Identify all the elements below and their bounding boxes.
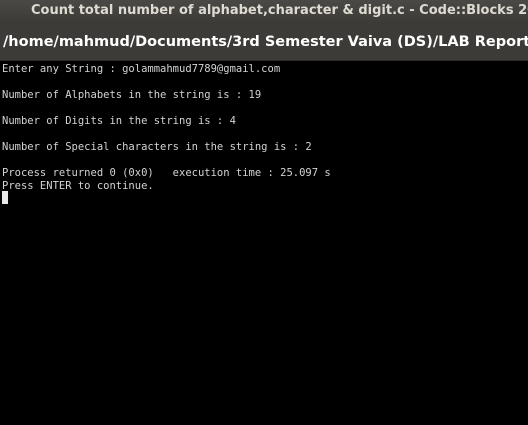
- alphabets-count-line: Number of Alphabets in the string is : 1…: [2, 89, 262, 101]
- terminal-output[interactable]: Enter any String : golammahmud7789@gmail…: [0, 61, 528, 425]
- special-count-line: Number of Special characters in the stri…: [2, 141, 312, 153]
- digits-count-line: Number of Digits in the string is : 4: [2, 115, 236, 127]
- executable-path: /home/mahmud/Documents/3rd Semester Vaiv…: [3, 34, 528, 50]
- path-bar: /home/mahmud/Documents/3rd Semester Vaiv…: [0, 24, 528, 61]
- window-titlebar[interactable]: Count total number of alphabet,character…: [0, 0, 528, 24]
- terminal-window: Count total number of alphabet,character…: [0, 0, 528, 425]
- press-enter-line: Press ENTER to continue.: [2, 180, 154, 192]
- window-title: Count total number of alphabet,character…: [31, 3, 528, 18]
- input-prompt-line: Enter any String : golammahmud7789@gmail…: [2, 63, 281, 75]
- text-cursor: [2, 191, 8, 204]
- process-returned-line: Process returned 0 (0x0) execution time …: [2, 167, 331, 179]
